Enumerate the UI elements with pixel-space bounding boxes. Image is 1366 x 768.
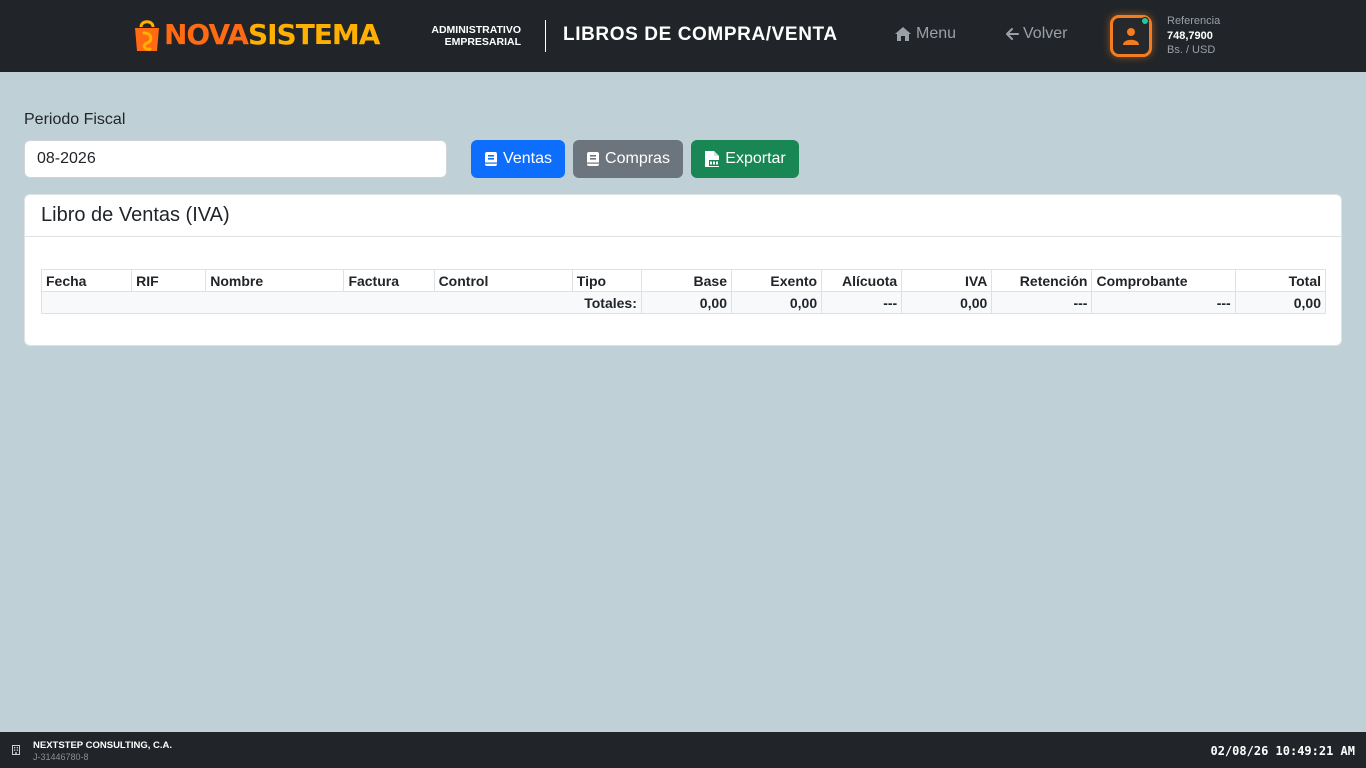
back-link-label: Volver: [1023, 25, 1068, 42]
user-icon: [1123, 28, 1139, 45]
column-header-alicuota[interactable]: Alícuota: [821, 269, 903, 292]
status-footer: NEXTSTEP CONSULTING, C.A. J-31446780-8 0…: [0, 732, 1366, 768]
menu-link[interactable]: Menu: [894, 25, 956, 43]
totals-label: Totales:: [41, 291, 642, 314]
column-header-base[interactable]: Base: [640, 269, 732, 292]
ventas-button[interactable]: Ventas: [471, 140, 565, 178]
period-label: Periodo Fiscal: [24, 111, 126, 128]
total-total: 0,00: [1234, 291, 1327, 314]
column-header-iva[interactable]: IVA: [901, 269, 993, 292]
arrow-left-icon: [1006, 28, 1019, 40]
reference-label: Referencia: [1167, 15, 1221, 27]
totals-row: Totales: 0,00 0,00 --- 0,00 --- --- 0,00: [41, 291, 1327, 314]
column-header-fecha[interactable]: Fecha: [40, 269, 133, 292]
exportar-button[interactable]: Exportar: [691, 140, 799, 178]
total-base: 0,00: [640, 291, 732, 314]
total-retencion: ---: [991, 291, 1093, 314]
brand-name-part2: SISTEMA: [247, 18, 381, 51]
column-header-retencion[interactable]: Retención: [991, 269, 1093, 292]
tagline-line1: ADMINISTRATIVO: [431, 24, 521, 36]
reference-value: 748,7900: [1167, 29, 1213, 42]
brand-tagline: ADMINISTRATIVO EMPRESARIAL: [414, 24, 521, 48]
total-exento: 0,00: [730, 291, 823, 314]
column-header-comprobante[interactable]: Comprobante: [1091, 269, 1236, 292]
exchange-rate-reference: Referencia 748,7900 Bs. / USD: [1167, 14, 1220, 58]
table-header-row: Fecha RIF Nombre Factura Control Tipo Ba…: [40, 269, 1327, 292]
card-title: Libro de Ventas (IVA): [25, 195, 1341, 237]
online-status-dot: [1141, 17, 1149, 25]
sales-book-card: Libro de Ventas (IVA) Fecha RIF Nombre F…: [24, 194, 1342, 346]
company-name: NEXTSTEP CONSULTING, C.A.: [33, 740, 172, 751]
column-header-factura[interactable]: Factura: [343, 269, 435, 292]
company-rif: J-31446780-8: [33, 752, 89, 762]
compras-button-label: Compras: [605, 150, 670, 167]
ventas-button-label: Ventas: [503, 150, 552, 167]
reference-unit: Bs. / USD: [1167, 44, 1216, 56]
header-divider: [545, 20, 546, 52]
column-header-tipo[interactable]: Tipo: [571, 269, 642, 292]
exportar-button-label: Exportar: [725, 150, 786, 167]
column-header-total[interactable]: Total: [1234, 269, 1327, 292]
total-iva: 0,00: [901, 291, 993, 314]
book-icon: [485, 152, 498, 166]
file-csv-icon: [705, 151, 720, 167]
brand-logo[interactable]: NOVASISTEMA: [132, 16, 381, 54]
column-header-exento[interactable]: Exento: [730, 269, 823, 292]
back-link[interactable]: Volver: [1005, 25, 1067, 43]
brand-name-part1: NOVA: [164, 18, 249, 51]
datetime-clock: 02/08/26 10:49:21 AM: [1210, 744, 1356, 758]
sales-ledger-table: Fecha RIF Nombre Factura Control Tipo Ba…: [40, 269, 1327, 314]
total-comprobante: ---: [1091, 291, 1236, 314]
top-navbar: NOVASISTEMA ADMINISTRATIVO EMPRESARIAL L…: [0, 0, 1366, 72]
shopping-bag-logo-icon: [135, 20, 159, 51]
compras-button[interactable]: Compras: [573, 140, 683, 178]
page-title: LIBROS DE COMPRA/VENTA: [563, 24, 838, 45]
book-icon: [587, 152, 600, 166]
period-input[interactable]: [24, 140, 447, 178]
column-header-control[interactable]: Control: [433, 269, 573, 292]
tagline-line2: EMPRESARIAL: [444, 36, 521, 48]
home-icon: [895, 27, 911, 41]
total-alicuota: ---: [821, 291, 903, 314]
column-header-rif[interactable]: RIF: [131, 269, 207, 292]
menu-link-label: Menu: [916, 25, 957, 42]
building-icon: [12, 745, 20, 755]
column-header-nombre[interactable]: Nombre: [205, 269, 345, 292]
